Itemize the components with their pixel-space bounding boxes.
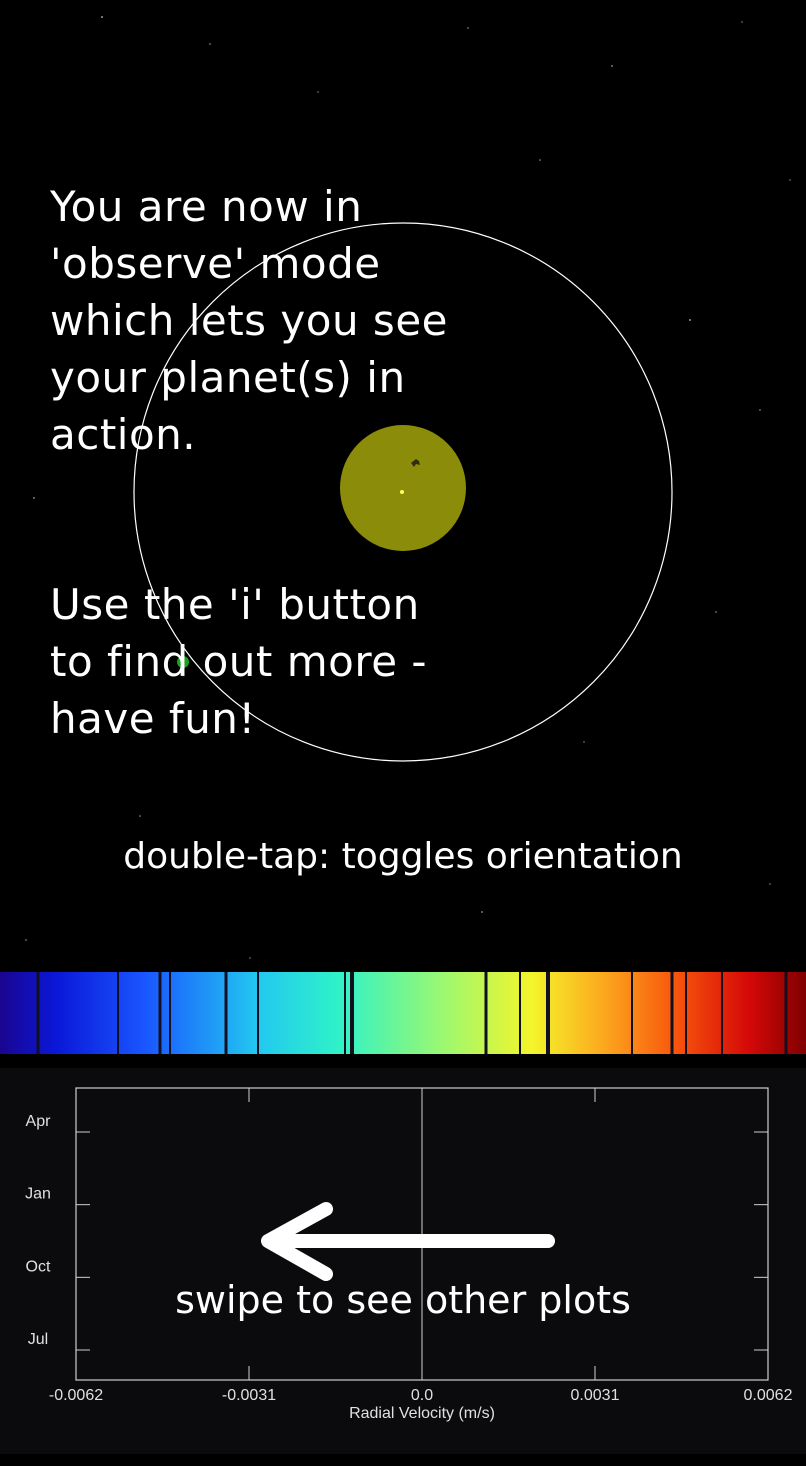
x-tick-label: 0.0062 xyxy=(744,1387,793,1404)
left-arrow-icon xyxy=(261,1202,555,1281)
gesture-hint: double-tap: toggles orientation xyxy=(123,836,683,877)
y-tick-label: Oct xyxy=(26,1258,51,1275)
observe-view[interactable] xyxy=(0,0,806,970)
y-tick-label: Jan xyxy=(25,1186,51,1203)
help-text: Use the 'i' button to find out more - ha… xyxy=(50,580,428,743)
x-tick-label: -0.0031 xyxy=(222,1387,276,1404)
y-tick-label: Jul xyxy=(28,1331,48,1348)
star-center-marker xyxy=(400,490,404,494)
radial-velocity-plot[interactable]: -0.0062 -0.0031 0.0 0.0031 0.0062 Apr Jan Oct J… xyxy=(0,1068,806,1454)
swipe-hint: swipe to see other plots xyxy=(175,1278,631,1322)
x-tick-label: -0.0062 xyxy=(49,1387,103,1404)
x-axis-label: Radial Velocity (m/s) xyxy=(349,1405,495,1422)
spectrum-bar xyxy=(0,972,806,1054)
x-tick-label: 0.0031 xyxy=(571,1387,620,1404)
intro-text: You are now in 'observe' mode which lets… xyxy=(50,182,448,459)
y-tick-label: Apr xyxy=(26,1113,52,1130)
x-tick-label: 0.0 xyxy=(411,1387,433,1404)
